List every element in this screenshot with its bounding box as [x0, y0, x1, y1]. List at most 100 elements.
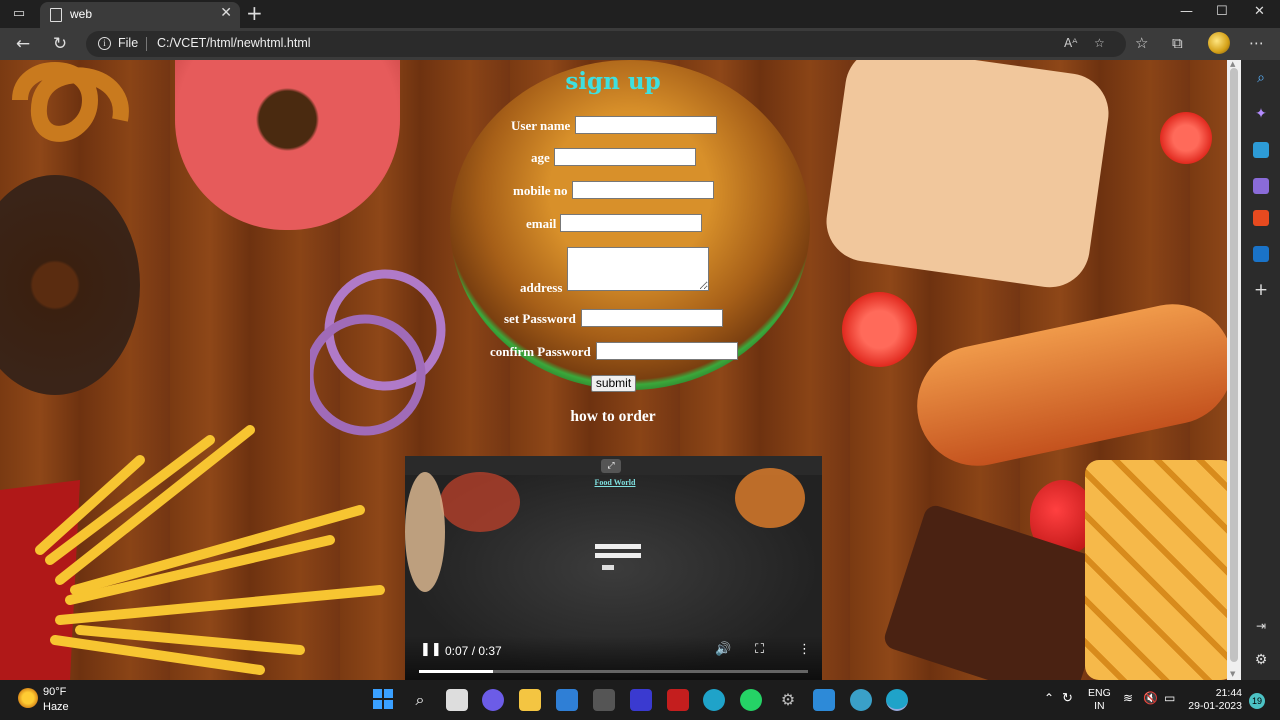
- scrollbar-thumb[interactable]: [1230, 68, 1238, 662]
- tomato-slice-image-2: [842, 292, 917, 367]
- onion-rings-image: [304, 260, 450, 436]
- favorites-icon[interactable]: ☆: [1135, 34, 1148, 52]
- wifi-icon[interactable]: ≋: [1123, 692, 1133, 705]
- close-window-icon[interactable]: ✕: [1254, 4, 1265, 19]
- confirm-password-label: confirm Password: [490, 344, 591, 359]
- pause-icon[interactable]: ❚❚: [420, 642, 442, 657]
- refresh-icon[interactable]: ↻: [48, 33, 72, 55]
- address-field[interactable]: [567, 247, 709, 291]
- url-text[interactable]: C:/VCET/html/newhtml.html: [157, 36, 311, 50]
- whatsapp-icon[interactable]: [740, 689, 762, 711]
- submit-button[interactable]: submit: [591, 375, 636, 392]
- profile-avatar[interactable]: [1208, 32, 1230, 54]
- video-input-2: [595, 553, 641, 558]
- email-field[interactable]: [560, 214, 702, 232]
- tab-title: web: [70, 7, 93, 21]
- volume-muted-icon[interactable]: 🔇: [1143, 692, 1158, 705]
- globe-app-icon[interactable]: [850, 689, 872, 711]
- volume-icon[interactable]: 🔊: [715, 642, 731, 657]
- tray-chevron-icon[interactable]: ⌃: [1044, 692, 1054, 705]
- file-explorer-icon[interactable]: [519, 689, 541, 711]
- set-password-field[interactable]: [581, 309, 723, 327]
- username-label: User name: [511, 118, 571, 133]
- address-bar[interactable]: i File C:/VCET/html/newhtml.html Aᴬ ☆: [86, 31, 1126, 57]
- email-label: email: [526, 216, 557, 231]
- minimize-icon[interactable]: —: [1180, 4, 1193, 19]
- confirm-password-field[interactable]: [596, 342, 738, 360]
- read-aloud-icon[interactable]: Aᴬ: [1064, 36, 1077, 50]
- more-icon[interactable]: ⋯: [1249, 34, 1264, 52]
- weather-desc: Haze: [43, 701, 69, 713]
- video-player[interactable]: ⤢ Food World ❚❚ 0:07 / 0:37 🔊 ⛶ ⋮: [405, 456, 822, 680]
- maximize-icon[interactable]: ☐: [1216, 4, 1228, 19]
- set-password-label: set Password: [504, 311, 576, 326]
- edge-active-icon[interactable]: [886, 689, 908, 711]
- age-field[interactable]: [554, 148, 696, 166]
- language-indicator[interactable]: ENG IN: [1088, 687, 1111, 713]
- mobile-field[interactable]: [572, 181, 714, 199]
- office-icon[interactable]: [1253, 210, 1269, 226]
- french-fries-image: [0, 390, 400, 680]
- games-icon[interactable]: [1253, 178, 1269, 194]
- shopping-icon[interactable]: [1253, 142, 1269, 158]
- fullscreen-icon[interactable]: ⛶: [755, 642, 764, 657]
- clock[interactable]: 21:44 29-01-2023: [1186, 687, 1242, 713]
- store-icon[interactable]: [556, 689, 578, 711]
- discover-icon[interactable]: ✦: [1253, 106, 1269, 122]
- tab-actions-icon[interactable]: ▭: [8, 5, 30, 23]
- browser-tab[interactable]: web ✕: [40, 2, 240, 28]
- video-time: 0:07 / 0:37: [445, 644, 502, 658]
- search-icon[interactable]: ⌕: [1253, 70, 1269, 86]
- username-row: User name: [511, 116, 721, 136]
- info-icon[interactable]: i: [98, 37, 111, 50]
- mushroom-image: [405, 472, 445, 592]
- power-automate-icon[interactable]: [630, 689, 652, 711]
- language-bottom: IN: [1094, 700, 1105, 712]
- settings-app-icon[interactable]: ⚙: [777, 689, 799, 711]
- back-icon[interactable]: ←: [11, 33, 35, 55]
- search-taskbar-icon[interactable]: ⌕: [409, 689, 431, 711]
- language-top: ENG: [1088, 687, 1111, 699]
- page-scrollbar[interactable]: ▲ ▼: [1227, 60, 1241, 680]
- how-to-order-heading: how to order: [570, 408, 656, 425]
- app-icon[interactable]: [593, 689, 615, 711]
- weather-temp: 90°F: [43, 686, 67, 698]
- notification-badge[interactable]: 19: [1249, 693, 1265, 709]
- weather-icon[interactable]: [18, 688, 38, 708]
- tab-close-icon[interactable]: ✕: [220, 5, 232, 21]
- hotdog-image: [906, 293, 1227, 477]
- add-icon[interactable]: +: [1253, 282, 1269, 299]
- teams-chat-icon[interactable]: [482, 689, 504, 711]
- clock-time: 21:44: [1215, 687, 1242, 699]
- collections-icon[interactable]: ⧉: [1172, 34, 1183, 52]
- scroll-up-icon[interactable]: ▲: [1230, 60, 1235, 68]
- sauce-bowl-image: [440, 472, 520, 532]
- mcafee-icon[interactable]: [667, 689, 689, 711]
- tab-strip: ▭ web ✕ + — ☐ ✕: [0, 0, 1280, 28]
- add-favorite-icon[interactable]: ☆: [1094, 36, 1105, 50]
- scroll-down-icon[interactable]: ▼: [1230, 670, 1235, 678]
- age-label: age: [531, 150, 550, 165]
- hide-sidebar-icon[interactable]: ⇥: [1253, 618, 1269, 634]
- pip-icon[interactable]: ⤢: [601, 459, 621, 473]
- edge-icon[interactable]: [703, 689, 725, 711]
- sandwich-image: [821, 60, 1114, 293]
- set-password-row: set Password: [504, 309, 729, 329]
- video-more-icon[interactable]: ⋮: [798, 642, 811, 657]
- task-view-icon[interactable]: [446, 689, 468, 711]
- start-icon[interactable]: [372, 689, 394, 711]
- new-tab-icon[interactable]: +: [246, 3, 263, 23]
- vscode-icon[interactable]: [813, 689, 835, 711]
- video-button: [602, 565, 614, 570]
- username-field[interactable]: [575, 116, 717, 134]
- outlook-icon[interactable]: [1253, 246, 1269, 262]
- confirm-password-row: confirm Password: [490, 342, 742, 362]
- sync-icon[interactable]: ↻: [1062, 691, 1073, 704]
- battery-icon[interactable]: ▭: [1164, 692, 1175, 705]
- pretzel-image: [0, 60, 140, 170]
- waffle-image: [1085, 460, 1227, 680]
- video-progress-fill: [419, 670, 493, 673]
- settings-icon[interactable]: ⚙: [1253, 652, 1269, 668]
- video-progress-bar[interactable]: [419, 670, 808, 673]
- mobile-row: mobile no: [513, 181, 718, 201]
